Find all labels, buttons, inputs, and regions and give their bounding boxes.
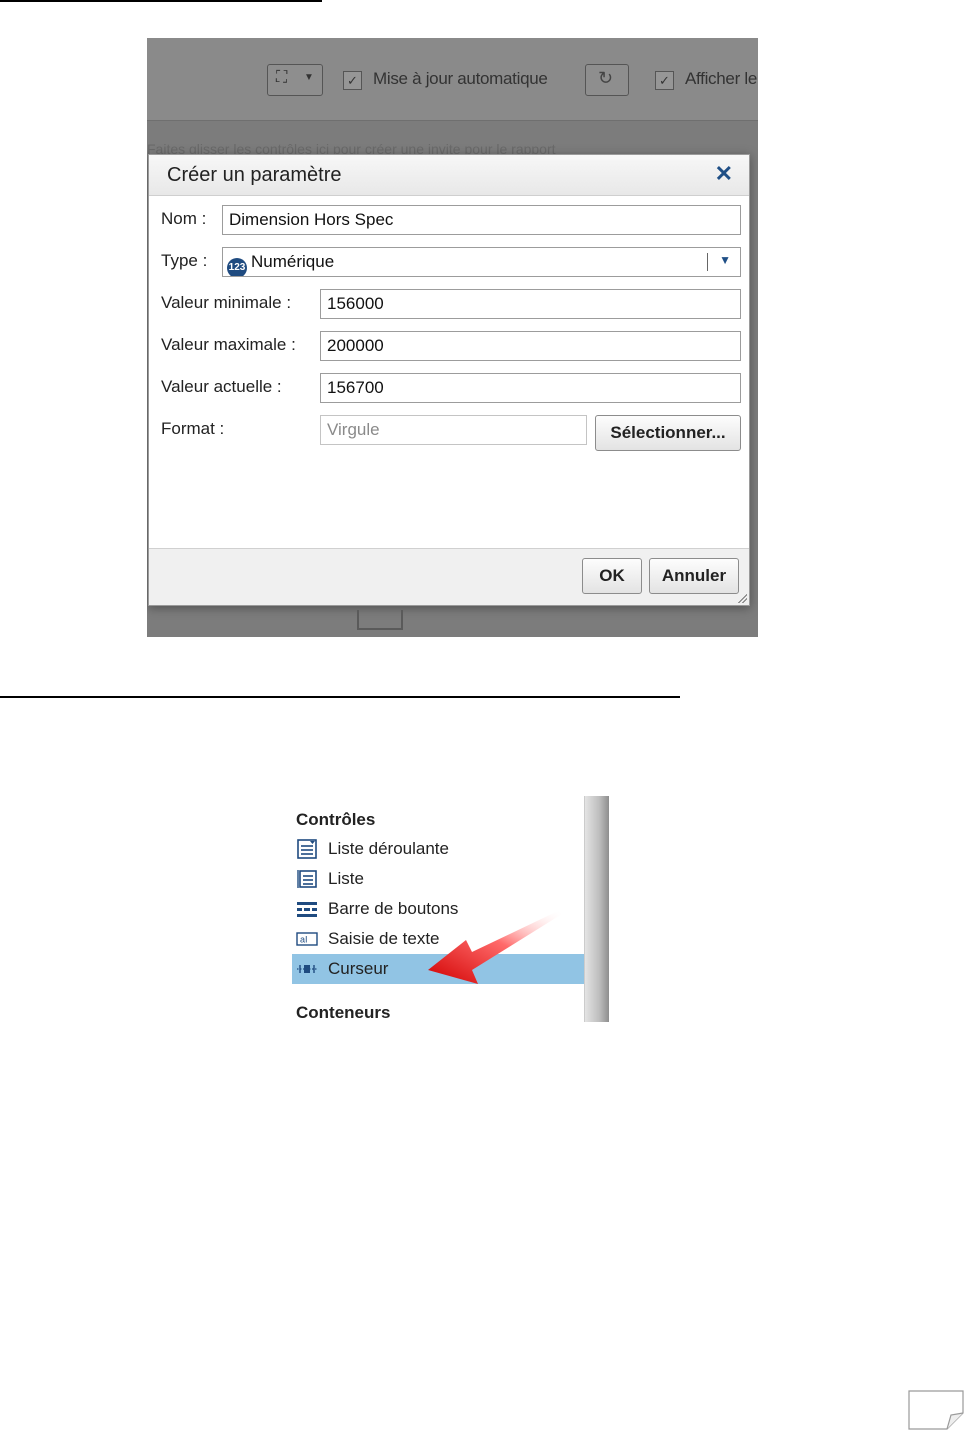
dialog-footer: OK Annuler — [149, 548, 749, 605]
create-parameter-screenshot: ⛶ ▼ ✓ Mise à jour automatique ↻ ✓ Affich… — [147, 38, 758, 637]
select-divider — [707, 253, 708, 271]
toolbar-divider — [147, 120, 758, 121]
refresh-button[interactable]: ↻ — [585, 64, 629, 96]
refresh-icon: ↻ — [598, 68, 614, 88]
format-input: Virgule — [320, 415, 587, 445]
section-containers-heading: Conteneurs — [296, 1003, 391, 1022]
show-checkbox[interactable]: ✓ — [655, 71, 674, 90]
min-value-label: Valeur minimale : — [161, 293, 292, 312]
control-item-label: Liste — [328, 869, 364, 888]
top-rule — [0, 0, 322, 2]
list-icon — [297, 870, 317, 888]
dialog-header: Créer un paramètre ✕ — [149, 155, 749, 196]
auto-update-label: Mise à jour automatique — [373, 69, 548, 88]
cancel-button[interactable]: Annuler — [649, 558, 739, 594]
controls-panel: Contrôles Liste déroulante Liste Barre d… — [290, 796, 610, 1022]
current-value-input[interactable]: 156700 — [320, 373, 741, 403]
text-input-icon: aI — [296, 932, 318, 946]
min-value-input[interactable]: 156000 — [320, 289, 741, 319]
chevron-down-icon[interactable]: ▼ — [719, 253, 731, 267]
panel-scrollbar[interactable] — [584, 796, 609, 1022]
background-chart-icon — [357, 610, 403, 630]
auto-update-checkbox[interactable]: ✓ — [343, 71, 362, 90]
control-item-dropdown-list[interactable]: Liste déroulante — [292, 834, 584, 864]
type-select-value: Numérique — [251, 252, 335, 271]
control-item-slider[interactable]: Curseur — [292, 954, 584, 984]
max-value-input[interactable]: 200000 — [320, 331, 741, 361]
resize-grip-icon[interactable] — [737, 593, 747, 603]
section-controls-heading: Contrôles — [296, 810, 376, 829]
page-curl-icon — [908, 1390, 964, 1430]
create-parameter-dialog: Créer un paramètre ✕ Nom : Dimension Hor… — [148, 154, 750, 606]
type-select[interactable]: 123 Numérique ▼ — [222, 247, 741, 277]
control-item-label: Liste déroulante — [328, 839, 449, 858]
max-value-label: Valeur maximale : — [161, 335, 296, 354]
format-label: Format : — [161, 419, 225, 438]
ok-button[interactable]: OK — [582, 558, 642, 594]
slider-icon — [297, 965, 317, 973]
control-item-label: Saisie de texte — [328, 929, 440, 948]
svg-text:aI: aI — [300, 935, 308, 945]
dropdown-list-icon — [297, 839, 317, 859]
control-item-button-bar[interactable]: Barre de boutons — [292, 894, 584, 924]
name-input[interactable]: Dimension Hors Spec — [222, 205, 741, 235]
show-label: Afficher le — [685, 69, 757, 88]
name-label: Nom : — [161, 209, 207, 228]
layout-menu-button[interactable]: ⛶ ▼ — [267, 64, 323, 96]
numeric-123-icon: 123 — [227, 258, 247, 276]
chevron-down-icon: ▼ — [304, 72, 314, 83]
control-item-label: Curseur — [328, 959, 389, 978]
current-value-label: Valeur actuelle : — [161, 377, 282, 396]
control-item-label: Barre de boutons — [328, 899, 459, 918]
dialog-title: Créer un paramètre — [167, 164, 342, 186]
fit-icon: ⛶ — [276, 69, 288, 86]
control-item-text-input[interactable]: aI Saisie de texte — [292, 924, 584, 954]
middle-rule — [0, 696, 680, 698]
close-icon[interactable]: ✕ — [715, 161, 733, 187]
button-bar-icon — [297, 902, 317, 917]
dialog-body: Nom : Dimension Hors Spec Type : 123 Numé… — [149, 196, 749, 548]
select-format-button[interactable]: Sélectionner... — [595, 415, 741, 451]
type-label: Type : — [161, 251, 208, 270]
control-item-list[interactable]: Liste — [292, 864, 584, 894]
